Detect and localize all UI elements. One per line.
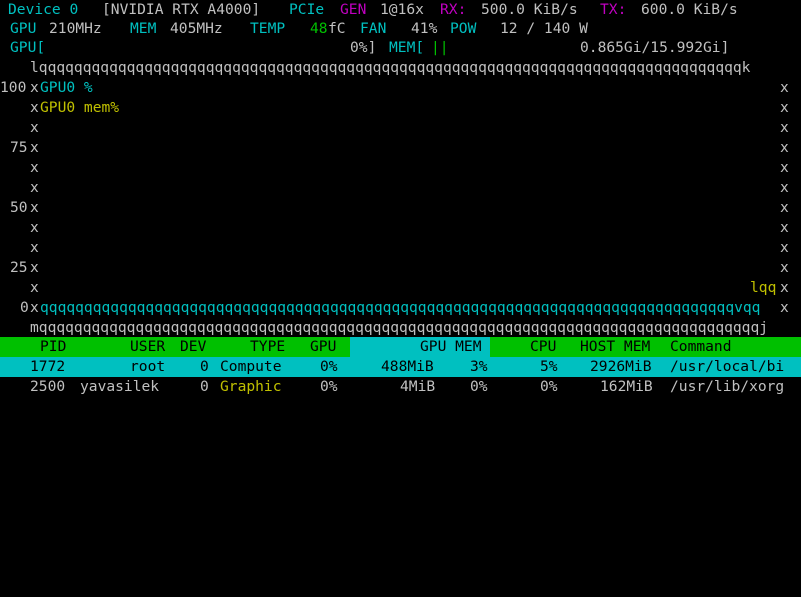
gen-value: 1@16x [380,1,424,18]
gpu-bar-value: 0%] [350,39,377,56]
tick-label-100: 100 [0,79,27,96]
tx-label: TX: [600,1,627,18]
row-host-mem: 2926MiB [590,358,652,375]
left-axis-char: x [30,239,39,256]
left-axis-char: x [30,139,39,156]
row-dev: 0 [200,378,209,395]
right-axis-char: x [780,99,789,116]
row-gpu-mem-amt: 488MiB [381,358,434,375]
tick-label-75: 75 [10,139,28,156]
fan-value: 41% [411,20,438,37]
row-dev: 0 [200,358,209,375]
process-table-header: PID USER DEV TYPE GPU GPU MEM CPU HOST M… [0,337,801,357]
right-axis-char: x [780,279,789,296]
left-axis-char: x [30,79,39,96]
device-info-line: Device 0 [NVIDIA RTX A4000] PCIe GEN 1@1… [0,0,801,20]
left-axis-char: x [30,259,39,276]
mem-clock-label: MEM [130,20,157,37]
col-gpu[interactable]: GPU [310,337,336,357]
pow-label: POW [450,20,477,37]
rx-label: RX: [440,1,467,18]
right-axis-char: x [780,179,789,196]
left-axis-char: x [30,299,39,316]
right-axis-char: x [780,139,789,156]
col-command[interactable]: Command [670,337,732,357]
col-cpu[interactable]: CPU [530,337,556,357]
right-axis-char: x [780,119,789,136]
temp-unit: fC [328,20,346,37]
right-axis-char: x [780,299,789,316]
legend-gpu-mem: GPU0 mem% [40,99,120,116]
device-label: Device 0 [8,1,79,18]
left-axis-char: x [30,279,39,296]
row-command: /usr/lib/xorg [670,378,785,395]
right-axis-char: x [780,259,789,276]
gpu-clock-value: 210MHz [49,20,102,37]
col-gpu-mem[interactable]: GPU MEM [420,337,482,357]
rx-value: 500.0 KiB/s [481,1,578,18]
left-axis-char: x [30,99,39,116]
right-axis-char: x [780,239,789,256]
mem-bar-fill: || [431,39,449,56]
right-axis-char: x [780,159,789,176]
gpu-bar-label: GPU[ [10,39,46,56]
row-user: yavasilek [80,378,160,395]
temp-label: TEMP [250,20,286,37]
col-host-mem[interactable]: HOST MEM [580,337,650,357]
temp-value: 48 [310,20,328,37]
right-axis-char: x [780,199,789,216]
row-command: /usr/local/bi [670,358,785,375]
left-axis-char: x [30,219,39,236]
tx-value: 600.0 KiB/s [641,1,738,18]
row-gpu-mem-amt: 4MiB [400,378,436,395]
col-user[interactable]: USER [130,337,165,357]
series-tail: lqq [750,279,777,296]
left-axis-char: x [30,119,39,136]
mem-clock-value: 405MHz [170,20,223,37]
mem-bar-label: MEM[ [389,39,425,56]
chart-bottom-border: mqqqqqqqqqqqqqqqqqqqqqqqqqqqqqqqqqqqqqqq… [30,319,769,336]
tick-label-25: 25 [10,259,28,276]
row-gpu: 0% [320,378,338,395]
row-cpu: 5% [540,358,558,375]
table-row[interactable]: 1772 root 0 Compute 0% 488MiB 3% 5% 2926… [0,357,801,377]
row-pid: 2500 [30,378,66,395]
left-axis-char: x [30,199,39,216]
row-cpu: 0% [540,378,558,395]
row-gpu-mem-pct: 0% [470,378,488,395]
legend-gpu-util: GPU0 % [40,79,93,96]
col-dev[interactable]: DEV [180,337,206,357]
table-row[interactable]: 2500 yavasilek 0 Graphic 0% 4MiB 0% 0% 1… [0,377,801,397]
device-name: [NVIDIA RTX A4000] [102,1,261,18]
gen-label: GEN [340,1,367,18]
col-type[interactable]: TYPE [250,337,285,357]
left-axis-char: x [30,159,39,176]
col-pid[interactable]: PID [40,337,66,357]
row-gpu-mem-pct: 3% [470,358,488,375]
right-axis-char: x [780,79,789,96]
mem-bar-value: 0.865Gi/15.992Gi] [580,39,730,56]
tick-label-50: 50 [10,199,28,216]
chart-baseline: qqqqqqqqqqqqqqqqqqqqqqqqqqqqqqqqqqqqqqqq… [40,299,761,316]
left-axis-char: x [30,179,39,196]
row-type: Graphic [220,378,282,395]
pow-value: 12 / 140 W [500,20,588,37]
fan-label: FAN [360,20,387,37]
chart-top-border: lqqqqqqqqqqqqqqqqqqqqqqqqqqqqqqqqqqqqqqq… [30,59,751,76]
tick-label-0: 0 [20,299,29,316]
gpu-clock-label: GPU [10,20,37,37]
pcie-label: PCIe [289,1,325,18]
clocks-line: GPU 210MHz MEM 405MHz TEMP 48 fC FAN 41%… [0,19,801,39]
row-type: Compute [220,358,282,375]
row-user: root [130,358,166,375]
row-pid: 1772 [30,358,66,375]
row-host-mem: 162MiB [600,378,653,395]
utilization-bars-line: GPU[ 0%] MEM[ || 0.865Gi/15.992Gi] [0,38,801,58]
row-gpu: 0% [320,358,338,375]
right-axis-char: x [780,219,789,236]
